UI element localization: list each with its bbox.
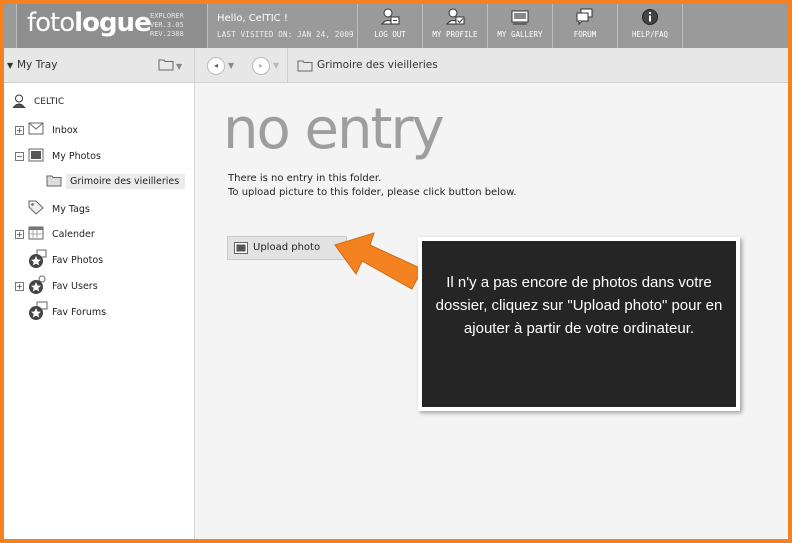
tray-dropdown-icon[interactable]: ▼ [176,62,182,71]
user-name: CELTIC [34,97,65,107]
logo-light: foto [27,8,75,38]
app-frame: fotologue EXPLORER VER.3.05 REV.2388 Hel… [0,0,792,543]
toolbar: ▼ My Tray ▼ ◂ ▼ ▸ ▼ Grimoire des vieille… [4,48,788,83]
inbox-expander-icon[interactable]: + [15,126,24,135]
sidebar-item-label: Fav Photos [52,255,104,266]
history-navigation: ◂ ▼ ▸ ▼ [195,48,288,82]
empty-folder-message: There is no entry in this folder. To upl… [228,172,517,200]
tray-collapse-icon[interactable]: ▼ [7,61,13,70]
back-dropdown-icon[interactable]: ▼ [228,61,234,70]
last-visited-text: LAST VISITED ON: JAN 24, 2009 [217,30,354,39]
breadcrumb-folder-icon [297,60,313,72]
my-profile-button[interactable]: MY PROFILE [423,4,488,48]
sidebar: CELTIC + Inbox − My Photos Grimoire des … [4,83,195,539]
my-tray-label: My Tray [17,59,58,71]
top-header: fotologue EXPLORER VER.3.05 REV.2388 Hel… [4,4,788,48]
sidebar-item-label: Fav Users [52,281,98,292]
fav-forums-icon [29,301,48,320]
inbox-icon [28,122,44,135]
help-callout: Il n'y a pas encore de photos dans votre… [418,237,740,411]
back-icon[interactable]: ◂ [207,57,225,75]
tray-folder-icon[interactable] [158,58,174,71]
logo-area: fotologue EXPLORER VER.3.05 REV.2388 [16,4,208,48]
upload-photo-label: Upload photo [253,242,321,253]
help-faq-button[interactable]: HELP/FAQ [618,4,683,48]
sidebar-item-label: Inbox [52,125,78,136]
greeting-text: Hello, CelTIC ! [217,13,288,24]
breadcrumb[interactable]: Grimoire des vieilleries [317,59,438,71]
calendar-icon [28,226,44,240]
forum-label: FORUM [573,30,597,39]
callout-text: Il n'y a pas encore de photos dans votre… [435,274,723,337]
profile-icon [445,8,465,25]
logo-revision: REV.2388 [150,30,184,38]
sidebar-item-label: My Photos [52,151,101,162]
logout-label: LOG OUT [374,30,406,39]
logo-version: VER.3.05 [150,21,184,29]
calendar-expander-icon[interactable]: + [15,230,24,239]
message-line-1: There is no entry in this folder. [228,173,382,184]
help-faq-label: HELP/FAQ [631,30,669,39]
forum-button[interactable]: FORUM [553,4,618,48]
my-gallery-button[interactable]: MY GALLERY [488,4,553,48]
gallery-icon [511,10,529,25]
message-line-2: To upload picture to this folder, please… [228,187,517,198]
photos-icon [28,148,44,162]
photo-icon [234,242,248,254]
my-tray-header[interactable]: ▼ My Tray ▼ [4,48,195,82]
my-gallery-label: MY GALLERY [497,30,543,39]
logout-icon [380,8,400,25]
forum-icon [576,8,593,26]
user-greeting-area: Hello, CelTIC ! LAST VISITED ON: JAN 24,… [207,4,358,48]
logo-edition: EXPLORER [150,12,184,20]
upload-photo-button[interactable]: Upload photo [227,236,347,260]
sidebar-item-label: Fav Forums [52,307,107,318]
logo-version-info: EXPLORER VER.3.05 REV.2388 [150,12,184,39]
sidebar-item-label: My Tags [52,204,90,215]
main-content: no entry There is no entry in this folde… [195,83,788,539]
my-profile-label: MY PROFILE [432,30,478,39]
sidebar-item-label: Calender [52,229,95,240]
user-icon [12,94,26,108]
sidebar-item-label: Grimoire des vieilleries [66,174,186,189]
page-title: no entry [223,97,445,162]
info-icon [642,9,658,25]
forward-icon[interactable]: ▸ [252,57,270,75]
my-photos-expander-icon[interactable]: − [15,152,24,161]
forward-dropdown-icon[interactable]: ▼ [273,61,279,70]
fav-photos-icon [29,249,47,268]
callout-arrow-icon [334,232,423,290]
logo-bold: logue [74,8,152,38]
tag-icon [28,200,44,215]
fotologue-logo[interactable]: fotologue [27,8,152,38]
folder-icon [46,175,62,187]
fav-users-icon [29,275,46,294]
fav-users-expander-icon[interactable]: + [15,282,24,291]
logout-button[interactable]: LOG OUT [358,4,423,48]
